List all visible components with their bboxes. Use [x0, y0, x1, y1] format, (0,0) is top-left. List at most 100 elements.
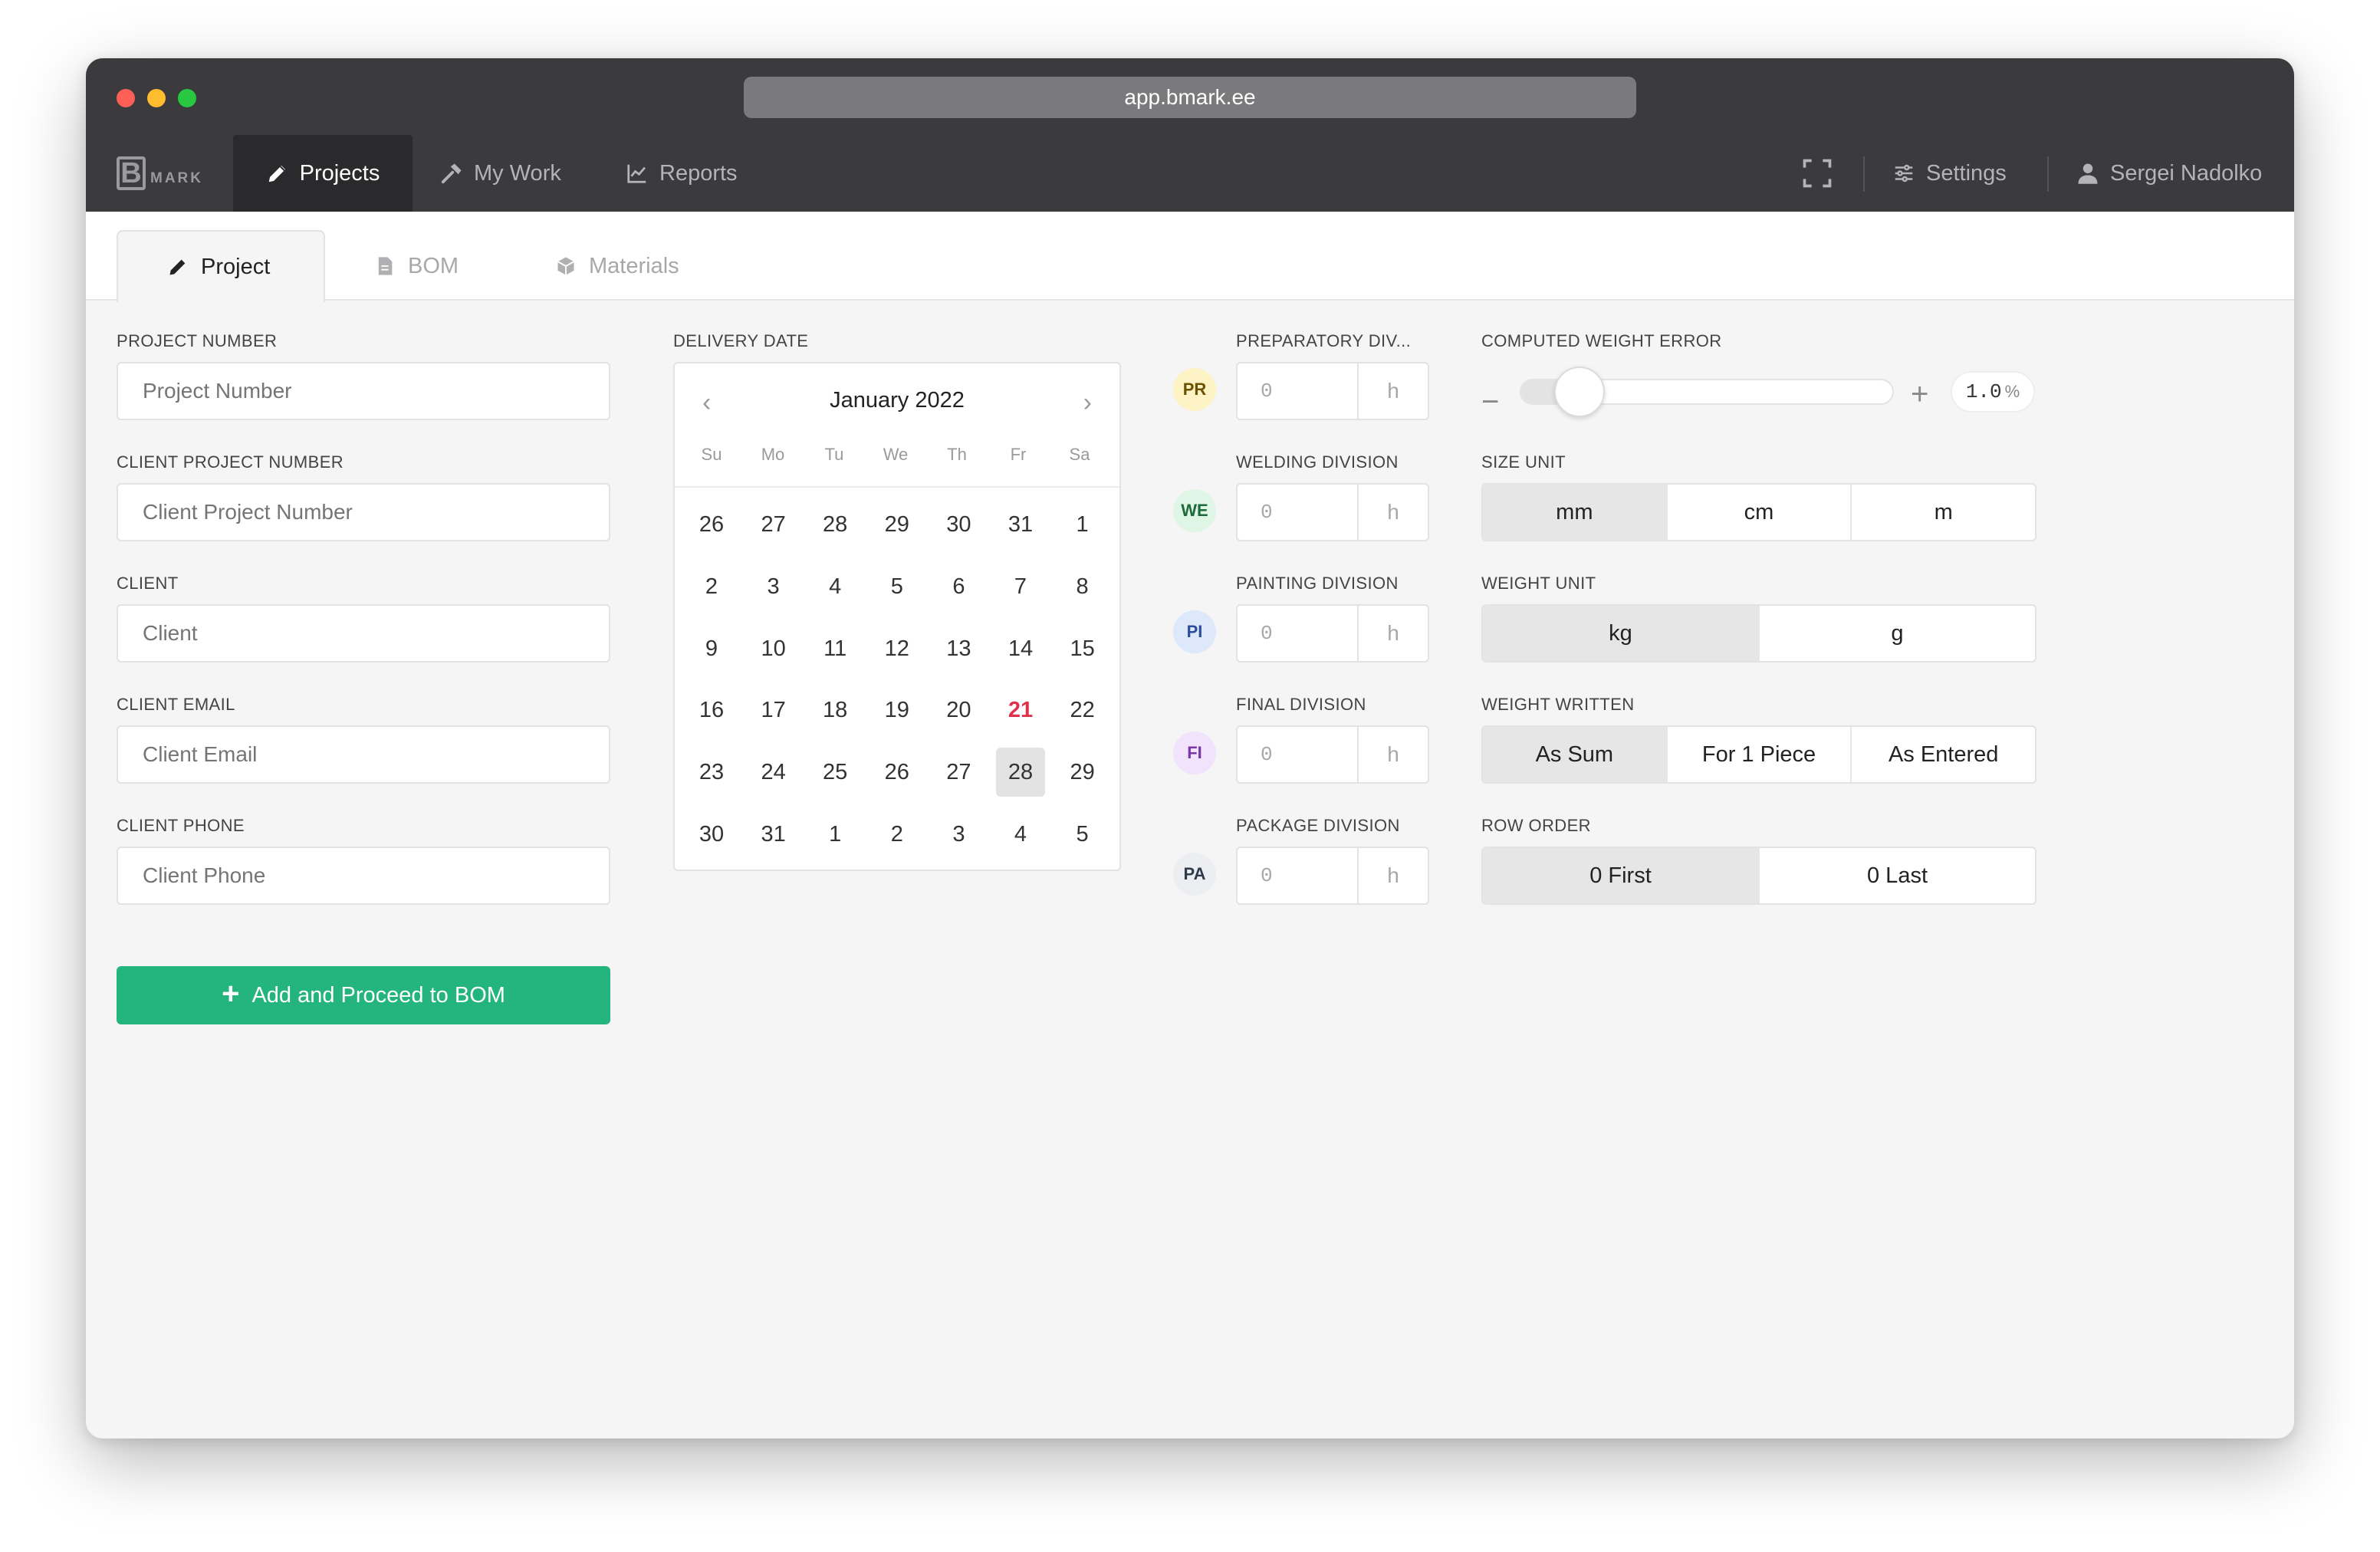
calendar-day[interactable]: 15 — [1058, 624, 1107, 673]
segment-option[interactable]: cm — [1665, 485, 1851, 540]
calendar-day[interactable]: 4 — [810, 562, 860, 611]
division-hours-input[interactable]: 0h — [1236, 847, 1429, 905]
segment-option[interactable]: g — [1758, 606, 2035, 661]
calendar-day[interactable]: 9 — [687, 624, 736, 673]
calendar-day[interactable]: 6 — [934, 562, 983, 611]
calendar-day[interactable]: 29 — [1058, 748, 1107, 797]
user-name: Sergei Nadolko — [2110, 160, 2263, 186]
calendar-day[interactable]: 23 — [687, 748, 736, 797]
logo-mark: B — [117, 156, 146, 190]
segment-option[interactable]: kg — [1483, 606, 1758, 661]
calendar-day[interactable]: 22 — [1058, 686, 1107, 735]
calendar-day[interactable]: 31 — [996, 500, 1045, 549]
calendar-day[interactable]: 1 — [810, 810, 860, 859]
calendar-day[interactable]: 5 — [1058, 810, 1107, 859]
calendar-day[interactable]: 27 — [934, 748, 983, 797]
client-phone-label: CLIENT PHONE — [117, 816, 245, 835]
calendar-day[interactable]: 11 — [810, 624, 860, 673]
calendar-day[interactable]: 26 — [873, 748, 922, 797]
division-hours-input[interactable]: 0h — [1236, 725, 1429, 784]
calendar-day[interactable]: 29 — [873, 500, 922, 549]
nav-projects[interactable]: Projects — [233, 135, 413, 212]
tab-project[interactable]: Project — [117, 230, 325, 302]
client-input[interactable] — [117, 604, 610, 663]
nav-my-work[interactable]: My Work — [440, 135, 561, 212]
calendar-day[interactable]: 27 — [749, 500, 798, 549]
tab-bom-label: BOM — [408, 253, 459, 278]
calendar-day[interactable]: 20 — [934, 686, 983, 735]
client-phone-input[interactable] — [117, 847, 610, 905]
nav-settings[interactable]: Settings — [1892, 135, 2007, 212]
maximize-window-button[interactable] — [178, 89, 196, 107]
fullscreen-button[interactable] — [1800, 135, 1834, 212]
calendar-day[interactable]: 25 — [810, 748, 860, 797]
plus-icon[interactable]: + — [1911, 377, 1928, 412]
calendar-weekday: Su — [701, 445, 722, 464]
tab-bom[interactable]: BOM — [325, 230, 508, 302]
calendar-day[interactable]: 16 — [687, 686, 736, 735]
weight-error-slider-thumb[interactable] — [1553, 367, 1605, 417]
expand-icon — [1803, 159, 1832, 188]
calendar-day[interactable]: 21 — [996, 686, 1045, 735]
calendar-day[interactable]: 17 — [749, 686, 798, 735]
weight-error-value[interactable]: 1.0 % — [1951, 371, 2035, 413]
calendar-day[interactable]: 19 — [873, 686, 922, 735]
calendar-day[interactable]: 7 — [996, 562, 1045, 611]
calendar-day[interactable]: 30 — [687, 810, 736, 859]
calendar-weekday: Tu — [824, 445, 844, 464]
segment-option[interactable]: As Sum — [1483, 727, 1666, 782]
calendar-day[interactable]: 2 — [873, 810, 922, 859]
url-bar[interactable]: app.bmark.ee — [744, 77, 1636, 118]
calendar-day[interactable]: 3 — [934, 810, 983, 859]
minus-icon[interactable]: − — [1481, 385, 1499, 419]
division-hours-input[interactable]: 0h — [1236, 362, 1429, 420]
calendar-month-label: January 2022 — [830, 387, 965, 413]
prev-month-icon[interactable]: ‹ — [702, 388, 711, 418]
app-logo[interactable]: B MARK — [117, 155, 203, 192]
add-and-proceed-button[interactable]: + Add and Proceed to BOM — [117, 966, 610, 1024]
calendar-day[interactable]: 28 — [996, 748, 1045, 797]
project-number-input[interactable] — [117, 362, 610, 420]
calendar-day[interactable]: 26 — [687, 500, 736, 549]
weight-error-number: 1.0 — [1965, 380, 2002, 403]
tab-materials[interactable]: Materials — [506, 230, 728, 302]
calendar-day[interactable]: 12 — [873, 624, 922, 673]
segment-option[interactable]: For 1 Piece — [1665, 727, 1851, 782]
calendar-day[interactable]: 1 — [1058, 500, 1107, 549]
nav-divider — [1863, 156, 1865, 192]
client-project-number-input[interactable] — [117, 483, 610, 541]
calendar-day[interactable]: 24 — [749, 748, 798, 797]
project-number-label: PROJECT NUMBER — [117, 331, 278, 350]
division-label: WELDING DIVISION — [1236, 452, 1399, 472]
segment-option[interactable]: mm — [1483, 485, 1666, 540]
division-hours-value: 0 — [1261, 864, 1273, 887]
calendar-day[interactable]: 28 — [810, 500, 860, 549]
calendar-weekday: Sa — [1069, 445, 1090, 464]
division-hours-input[interactable]: 0h — [1236, 604, 1429, 663]
calendar-day[interactable]: 14 — [996, 624, 1045, 673]
calendar-day[interactable]: 30 — [934, 500, 983, 549]
calendar-day[interactable]: 4 — [996, 810, 1045, 859]
division-hours-value: 0 — [1261, 622, 1273, 645]
calendar-day[interactable]: 31 — [749, 810, 798, 859]
calendar-day[interactable]: 10 — [749, 624, 798, 673]
delivery-date-calendar: January 2022 ‹ › Su Mo Tu We Th Fr Sa 26 27 28 29… — [673, 362, 1121, 871]
calendar-day[interactable]: 3 — [749, 562, 798, 611]
minimize-window-button[interactable] — [147, 89, 166, 107]
calendar-day[interactable]: 18 — [810, 686, 860, 735]
segment-option[interactable]: m — [1850, 485, 2035, 540]
client-email-input[interactable] — [117, 725, 610, 784]
segment-option[interactable]: As Entered — [1850, 727, 2035, 782]
calendar-day[interactable]: 5 — [873, 562, 922, 611]
segment-option[interactable]: 0 Last — [1758, 848, 2035, 903]
calendar-day[interactable]: 8 — [1058, 562, 1107, 611]
user-menu[interactable]: Sergei Nadolko — [2076, 135, 2262, 212]
close-window-button[interactable] — [117, 89, 135, 107]
nav-reports[interactable]: Reports — [626, 135, 738, 212]
next-month-icon[interactable]: › — [1083, 388, 1092, 418]
weight-written-control: As Sum For 1 Piece As Entered — [1481, 725, 2036, 784]
division-hours-input[interactable]: 0h — [1236, 483, 1429, 541]
segment-option[interactable]: 0 First — [1483, 848, 1758, 903]
calendar-day[interactable]: 13 — [934, 624, 983, 673]
calendar-day[interactable]: 2 — [687, 562, 736, 611]
